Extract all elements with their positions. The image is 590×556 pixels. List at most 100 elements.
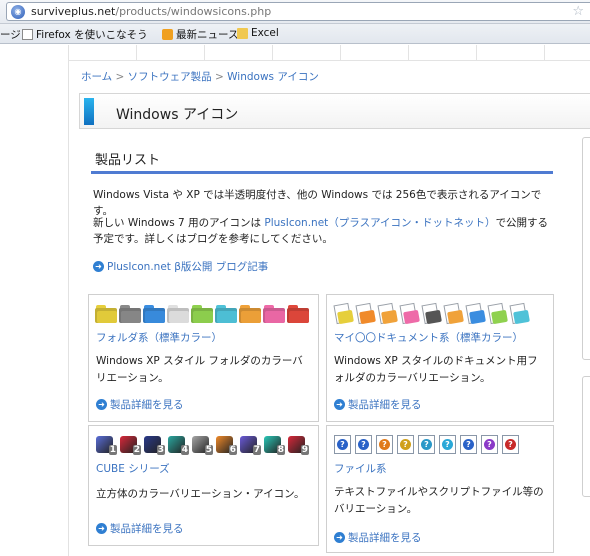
plusicon-paragraph: 新しい Windows 7 用のアイコンは PlusIcon.net（プラスアイ… [93, 215, 553, 247]
product-name-link[interactable]: マイ〇〇ドキュメント系（標準カラー） [334, 330, 523, 345]
document-folder [359, 309, 376, 325]
folder-icon [167, 303, 189, 323]
product-card-files: ????????? ファイル系 テキストファイルやスクリプトファイル等のバリエー… [326, 425, 554, 553]
help-badge: ? [400, 439, 411, 450]
arrow-right-icon: ➜ [93, 261, 104, 272]
nav-divider [272, 45, 273, 61]
cube-icon: 4 [167, 434, 189, 455]
breadcrumb-separator: > [211, 71, 228, 83]
address-field[interactable]: ◉ surviveplus.net/products/windowsicons.… [6, 2, 590, 21]
cube-icon: 5 [191, 434, 213, 455]
file-icon: ? [396, 434, 415, 455]
detail-link-label: 製品詳細を見る [348, 399, 422, 411]
cube-number: 9 [300, 445, 309, 455]
file-icon: ? [438, 434, 457, 455]
arrow-right-icon: ➜ [96, 399, 107, 410]
cube-number: 6 [228, 445, 237, 455]
breadcrumb-home-link[interactable]: ホーム [81, 71, 112, 83]
document-icon [421, 302, 442, 325]
folder-front [97, 311, 117, 323]
folder-icon [263, 303, 285, 323]
bookmark-item-firefox[interactable]: Firefox を使いこなそう [22, 27, 148, 42]
product-description: テキストファイルやスクリプトファイル等のバリエーション。 [334, 486, 544, 515]
folder-icon [143, 303, 165, 323]
site-identity-icon[interactable]: ◉ [11, 5, 25, 19]
document-icon [509, 302, 530, 325]
cube-number: 5 [204, 445, 213, 455]
document-icon [465, 302, 486, 325]
nav-divider [408, 45, 409, 61]
file-icon: ? [333, 434, 352, 455]
section-title: 製品リスト [95, 153, 161, 168]
product-detail-link[interactable]: ➜ 製品詳細を見る [334, 530, 422, 545]
rss-feed-icon [162, 29, 173, 40]
section-divider [91, 171, 553, 174]
folder-icon [239, 303, 261, 323]
folder-front [289, 311, 309, 323]
arrow-right-icon: ➜ [96, 523, 107, 534]
file-icon: ? [354, 434, 373, 455]
nav-divider [476, 45, 477, 61]
bookmark-item-news[interactable]: 最新ニュース [162, 27, 238, 42]
detail-link-label: 製品詳細を見る [110, 399, 184, 411]
title-accent-bar [84, 98, 94, 125]
breadcrumb-current-link[interactable]: Windows アイコン [227, 71, 319, 83]
document-folder [513, 309, 530, 325]
cube-number: 4 [180, 445, 189, 455]
product-name-link[interactable]: ファイル系 [334, 461, 387, 476]
folder-front [145, 311, 165, 323]
file-icon: ? [480, 434, 499, 455]
document-folder [337, 309, 354, 325]
product-card-folders: フォルダ系（標準カラー） Windows XP スタイル フォルダのカラーバリエ… [88, 294, 319, 422]
bookmark-item-partial[interactable]: ージ [0, 27, 21, 42]
cube-icon: 8 [263, 434, 285, 455]
document-icon [377, 302, 398, 325]
folder-front [169, 311, 189, 323]
folder-front [217, 311, 237, 323]
bookmark-star-icon[interactable]: ☆ [572, 4, 584, 19]
help-badge: ? [358, 439, 369, 450]
bookmarks-toolbar: ージ Firefox を使いこなそう 最新ニュース Excel [0, 24, 590, 44]
product-name-link[interactable]: CUBE シリーズ [96, 461, 170, 476]
browser-url-bar: ◉ surviveplus.net/products/windowsicons.… [0, 0, 590, 24]
url-path: /products/windowsicons.php [115, 5, 272, 18]
file-icon-row[interactable]: ????????? [333, 434, 520, 455]
document-folder [381, 309, 398, 325]
product-name-link[interactable]: フォルダ系（標準カラー） [96, 330, 222, 345]
blog-article-link[interactable]: ➜ PlusIcon.net β版公開 ブログ記事 [93, 259, 268, 274]
product-card-documents: マイ〇〇ドキュメント系（標準カラー） Windows XP スタイルのドキュメン… [326, 294, 554, 422]
folder-front [193, 311, 213, 323]
cube-number: 2 [132, 445, 141, 455]
document-icon [399, 302, 420, 325]
document-icon-row[interactable] [333, 302, 530, 325]
nav-divider [340, 45, 341, 61]
cube-icon-row[interactable]: 1 2 3 4 5 6 7 8 9 [95, 434, 309, 455]
folder-front [121, 311, 141, 323]
product-description: Windows XP スタイル フォルダのカラーバリエーション。 [96, 355, 303, 384]
product-detail-link[interactable]: ➜ 製品詳細を見る [96, 521, 184, 536]
plusicon-link[interactable]: PlusIcon.net（プラスアイコン・ドットネット） [264, 217, 495, 229]
side-panel-partial [582, 376, 590, 497]
document-folder [447, 309, 464, 325]
product-description: Windows XP スタイルのドキュメント用フォルダのカラーバリエーション。 [334, 355, 538, 384]
folder-icon [95, 303, 117, 323]
column-divider [68, 45, 69, 556]
folder-icon-row[interactable] [95, 303, 309, 323]
help-badge: ? [505, 439, 516, 450]
bookmark-item-excel[interactable]: Excel [237, 27, 279, 39]
breadcrumb-software-link[interactable]: ソフトウェア製品 [128, 71, 212, 83]
folder-icon [287, 303, 309, 323]
help-badge: ? [379, 439, 390, 450]
cube-icon: 7 [239, 434, 261, 455]
nav-divider [544, 45, 545, 61]
product-detail-link[interactable]: ➜ 製品詳細を見る [334, 397, 422, 412]
url-text[interactable]: surviveplus.net/products/windowsicons.ph… [31, 5, 271, 18]
folder-front [241, 311, 261, 323]
paragraph-text: 新しい Windows 7 用のアイコンは [93, 217, 265, 229]
cube-number: 3 [156, 445, 165, 455]
detail-link-label: 製品詳細を見る [110, 523, 184, 535]
cube-icon: 9 [287, 434, 309, 455]
product-detail-link[interactable]: ➜ 製品詳細を見る [96, 397, 184, 412]
bookmark-label: ージ [0, 29, 21, 41]
document-folder [425, 309, 442, 325]
